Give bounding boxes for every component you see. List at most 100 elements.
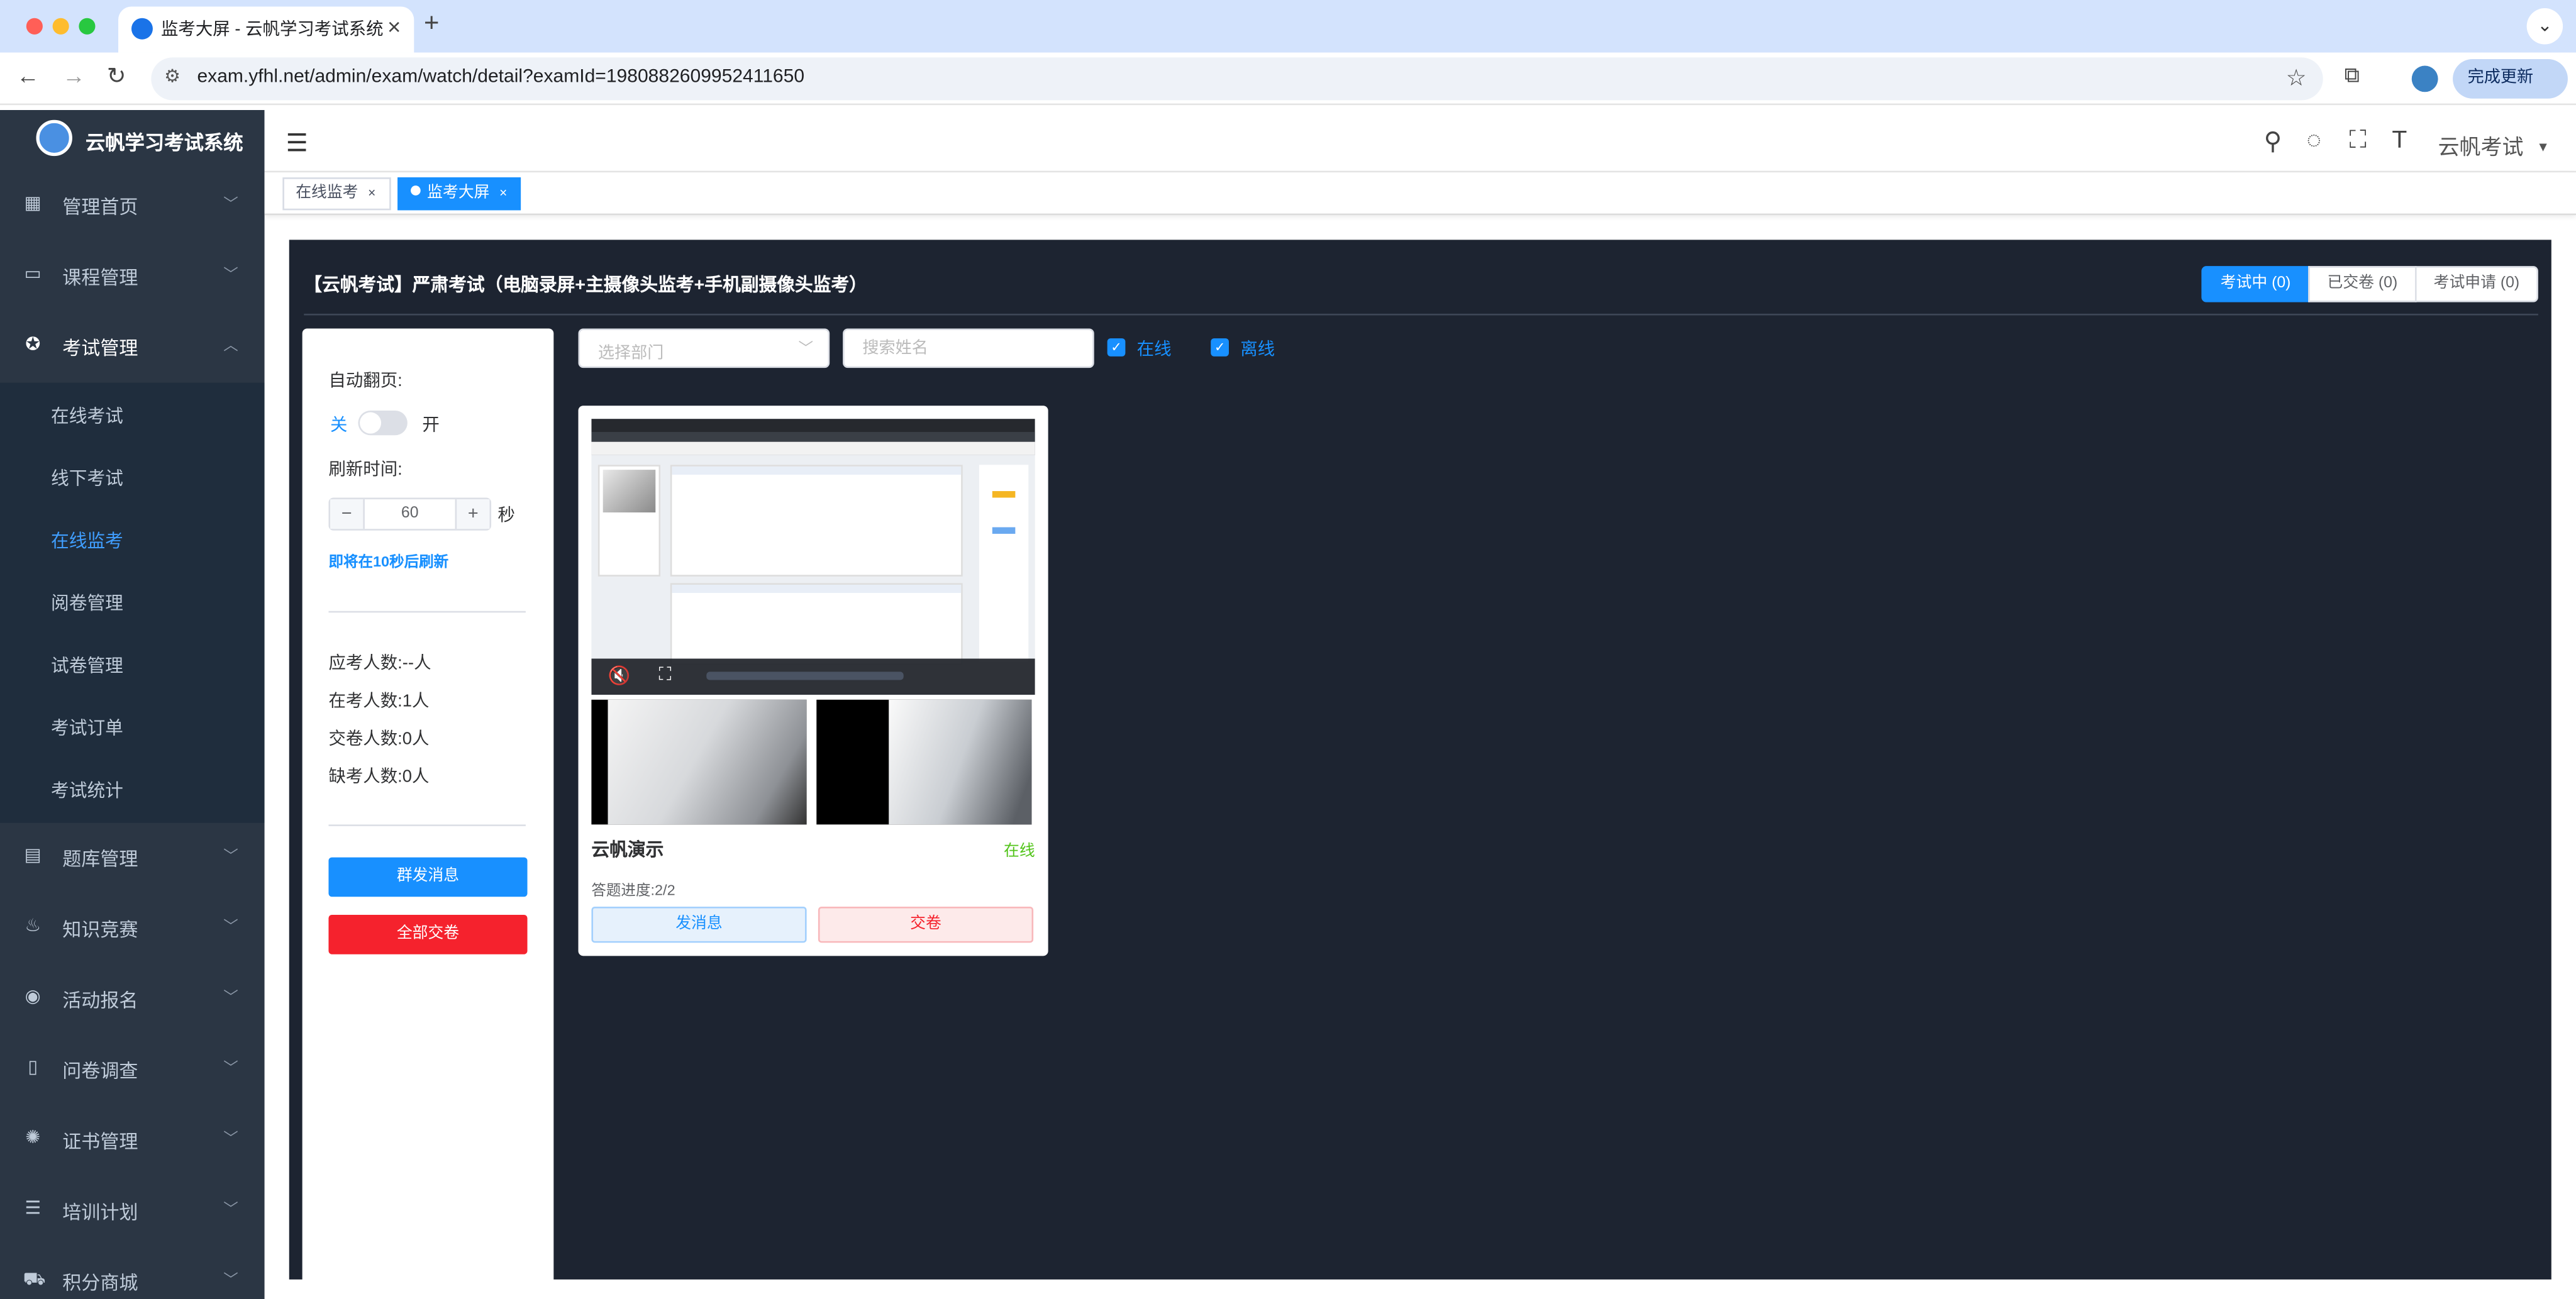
user-menu[interactable]: 云帆考试 xyxy=(2438,130,2524,161)
chevron-down-icon: ﹀ xyxy=(223,1200,238,1217)
window-close-button[interactable] xyxy=(26,18,43,35)
update-button[interactable]: 完成更新 xyxy=(2453,59,2568,99)
refresh-stepper: − 60 + xyxy=(328,497,492,531)
camera-image xyxy=(608,699,807,825)
segment-submitted[interactable]: 已交卷 (0) xyxy=(2308,266,2417,302)
chevron-up-icon: ︿ xyxy=(223,336,238,353)
cart-icon: ⛟ xyxy=(23,1269,46,1290)
segment-applications[interactable]: 考试申请 (0) xyxy=(2415,266,2538,302)
brand: 云帆学习考试系统 xyxy=(0,110,265,171)
sidebar-subitem-orders[interactable]: 考试订单 xyxy=(0,695,265,757)
new-tab-icon[interactable]: + xyxy=(424,10,439,40)
sidebar-item-certificate[interactable]: ✺ 证书管理 ﹀ xyxy=(0,1105,265,1176)
sidebar-subitem-stats[interactable]: 考试统计 xyxy=(0,757,265,819)
video-controls: 🔇 ⛶ xyxy=(591,658,1035,695)
offline-checkbox[interactable]: ✓ xyxy=(1211,338,1229,357)
forward-icon[interactable]: → xyxy=(62,62,86,89)
bookmark-star-icon[interactable]: ☆ xyxy=(2286,64,2307,92)
tag-proctor-screen[interactable]: 监考大屏 × xyxy=(397,177,521,211)
menu-toggle-icon[interactable]: ☰ xyxy=(286,128,308,157)
sidebar-item-course[interactable]: ▭ 课程管理 ﹀ xyxy=(0,241,265,312)
top-header: ☰ ⚲ ◌ ⛶ T 云帆考试 ▼ xyxy=(264,110,2576,173)
stat-absent: 缺考人数:0人 xyxy=(328,764,429,788)
video-question-header xyxy=(672,466,962,475)
window-maximize-button[interactable] xyxy=(79,18,96,35)
name-search-input[interactable] xyxy=(843,328,1094,368)
segment-in-exam[interactable]: 考试中 (0) xyxy=(2201,266,2310,302)
broadcast-message-button[interactable]: 群发消息 xyxy=(328,857,528,897)
sidebar-item-activity[interactable]: ◉ 活动报名 ﹀ xyxy=(0,964,265,1034)
search-icon[interactable]: ⚲ xyxy=(2264,126,2282,156)
fullscreen-icon[interactable]: ⛶ xyxy=(659,665,672,687)
online-checkbox[interactable]: ✓ xyxy=(1107,338,1126,357)
video-yellow-badge xyxy=(992,491,1016,498)
refresh-value[interactable]: 60 xyxy=(365,504,455,522)
stat-submitted: 交卷人数:0人 xyxy=(328,726,429,751)
sidebar-item-label: 知识竞赛 xyxy=(62,921,138,941)
sidebar-item-exam[interactable]: ✪ 考试管理 ︿ xyxy=(0,312,265,382)
video-question-2 xyxy=(670,583,963,665)
student-card: 🔇 ⛶ 云帆演示 在线 答题进度:2/2 发消息 交卷 xyxy=(578,406,1048,956)
extensions-icon[interactable]: ⧉ xyxy=(2345,62,2360,89)
stat-label: 缺考人数: xyxy=(328,766,402,787)
mute-icon[interactable]: 🔇 xyxy=(608,665,631,687)
stat-value: 0人 xyxy=(402,766,430,787)
force-submit-button[interactable]: 交卷 xyxy=(818,906,1034,943)
refresh-unit: 秒 xyxy=(497,506,515,526)
tag-online-proctor[interactable]: 在线监考 × xyxy=(282,177,391,211)
sidebar-item-home[interactable]: ▦ 管理首页 ﹀ xyxy=(0,171,265,241)
site-info-icon[interactable]: ⚙ xyxy=(164,65,180,87)
tab-search-chevron-icon[interactable]: ⌄ xyxy=(2526,8,2563,45)
sidebar-subitem-label: 在线考试 xyxy=(50,407,123,428)
sidebar-item-label: 活动报名 xyxy=(62,992,138,1012)
main-camera-feed[interactable] xyxy=(591,699,807,825)
font-size-icon[interactable]: T xyxy=(2392,126,2407,154)
tag-close-icon[interactable]: × xyxy=(499,185,507,201)
video-progress-bar[interactable] xyxy=(706,672,904,680)
browser-tab[interactable]: 监考大屏 - 云帆学习考试系统 × xyxy=(118,6,414,53)
sidebar-subitem-online-proctor[interactable]: 在线监考 xyxy=(0,507,265,570)
auto-page-switch[interactable] xyxy=(358,411,408,436)
tag-close-icon[interactable]: × xyxy=(368,185,375,201)
screen-recording-video[interactable]: 🔇 ⛶ xyxy=(591,419,1035,695)
sidebar-item-question-bank[interactable]: ▤ 题库管理 ﹀ xyxy=(0,823,265,893)
tags-bar: 在线监考 × 监考大屏 × xyxy=(264,172,2576,216)
sidebar-subitem-label: 试卷管理 xyxy=(50,656,123,677)
message-icon[interactable]: ◌ xyxy=(2307,126,2321,154)
window-minimize-button[interactable] xyxy=(52,18,69,35)
sidebar-subitem-papers[interactable]: 试卷管理 xyxy=(0,633,265,695)
back-icon[interactable]: ← xyxy=(16,62,40,89)
sidebar-item-survey[interactable]: ▯ 问卷调查 ﹀ xyxy=(0,1035,265,1105)
control-card: 自动翻页: 关 开 刷新时间: − 60 + 秒 即将在10秒后刷新 应考人数:… xyxy=(302,328,554,1280)
send-message-button[interactable]: 发消息 xyxy=(591,906,807,943)
site-favicon-icon xyxy=(131,18,153,40)
sidebar-item-training[interactable]: ☰ 培训计划 ﹀ xyxy=(0,1176,265,1246)
online-checkbox-label[interactable]: 在线 xyxy=(1137,337,1172,362)
submit-all-button[interactable]: 全部交卷 xyxy=(328,915,528,954)
reload-icon[interactable]: ↻ xyxy=(107,62,126,90)
video-cam-thumb xyxy=(602,470,656,513)
sidebar-subitem-offline-exam[interactable]: 线下考试 xyxy=(0,445,265,507)
department-select[interactable]: 选择部门 ﹀ xyxy=(578,328,830,368)
decrement-button[interactable]: − xyxy=(330,499,365,529)
fullscreen-icon[interactable]: ⛶ xyxy=(2350,126,2367,154)
video-question-1 xyxy=(670,465,963,577)
sidebar-subitem-grading[interactable]: 阅卷管理 xyxy=(0,570,265,632)
offline-checkbox-label[interactable]: 离线 xyxy=(1240,337,1275,362)
chevron-down-icon: ﹀ xyxy=(223,988,238,1005)
switch-knob xyxy=(360,412,382,434)
phone-camera-feed[interactable] xyxy=(816,699,1032,825)
tab-close-icon[interactable]: × xyxy=(387,13,401,40)
sidebar-item-competition[interactable]: ♨ 知识竞赛 ﹀ xyxy=(0,893,265,964)
sidebar-subitem-online-exam[interactable]: 在线考试 xyxy=(0,383,265,445)
activity-icon: ◉ xyxy=(25,987,41,1007)
address-bar[interactable]: ⚙ exam.yfhl.net/admin/exam/watch/detail?… xyxy=(151,57,2323,101)
increment-button[interactable]: + xyxy=(455,499,490,529)
sidebar-item-mall[interactable]: ⛟ 积分商城 ﹀ xyxy=(0,1247,265,1299)
switch-off-label: 关 xyxy=(330,415,348,436)
caret-down-icon[interactable]: ▼ xyxy=(2536,140,2550,155)
stat-expected: 应考人数:--人 xyxy=(328,650,431,675)
refresh-countdown: 即将在10秒后刷新 xyxy=(328,553,449,570)
switch-on-label: 开 xyxy=(422,415,440,436)
profile-avatar[interactable] xyxy=(2411,65,2438,92)
